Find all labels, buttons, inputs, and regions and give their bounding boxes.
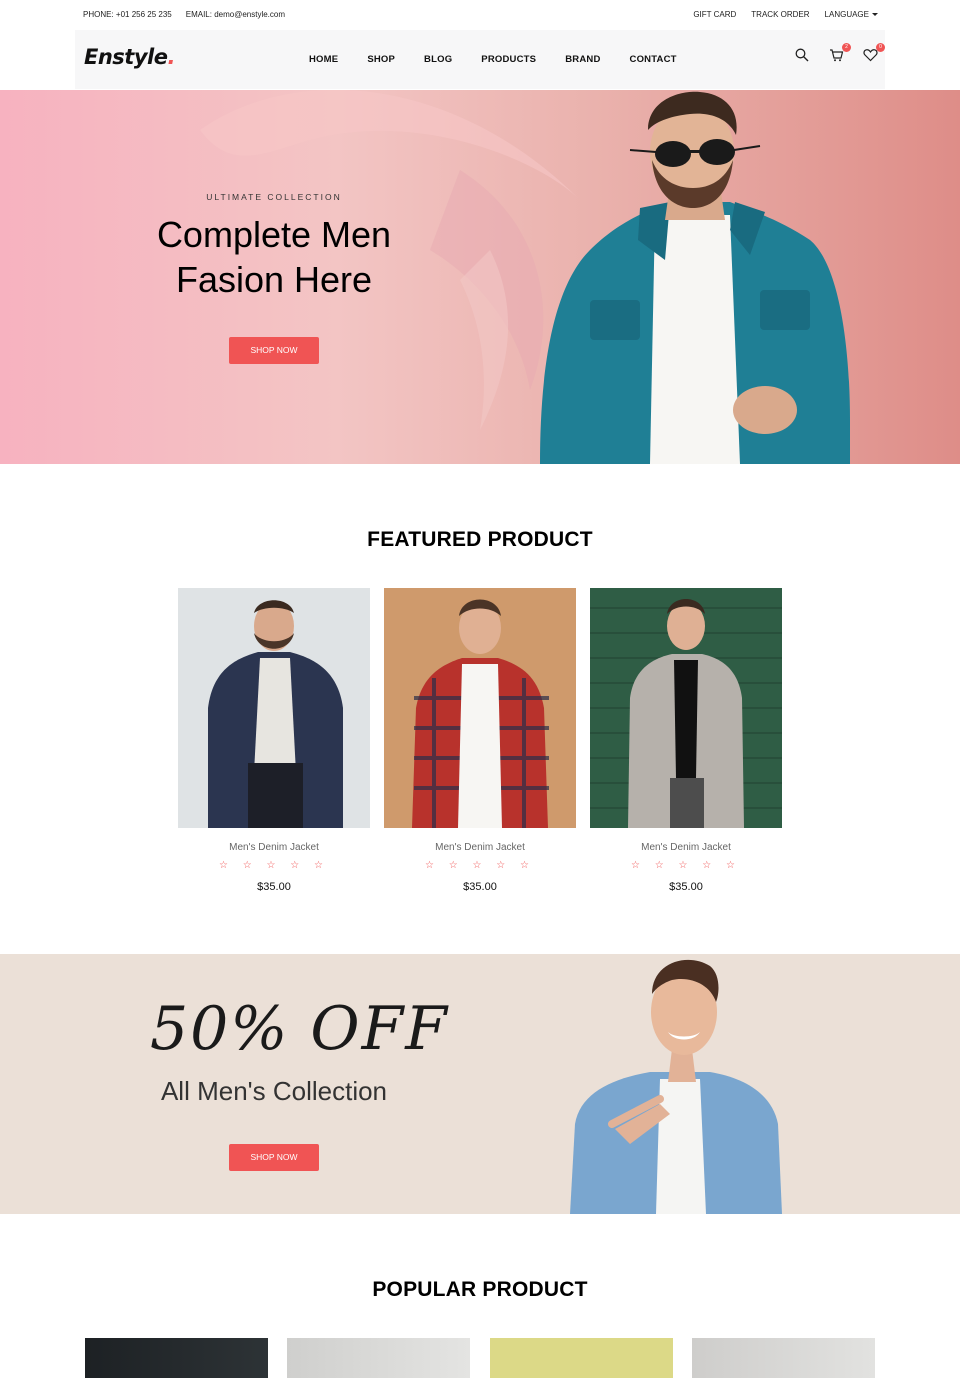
hero-title-line-2: Fasion Here	[175, 259, 373, 300]
gift-card-link[interactable]: GIFT CARD	[693, 10, 736, 19]
track-order-link[interactable]: TRACK ORDER	[751, 10, 809, 19]
popular-product-image[interactable]	[692, 1338, 875, 1378]
logo-dot: .	[167, 45, 175, 69]
menu-item-products[interactable]: PRODUCTS	[481, 54, 536, 65]
promo-subtitle: All Men's Collection	[160, 1076, 388, 1106]
email-text[interactable]: EMAIL: demo@enstyle.com	[186, 10, 285, 19]
logo-text: Enstyle	[84, 45, 168, 69]
product-card[interactable]: Men's Denim Jacket ☆ ☆ ☆ ☆ ☆ $35.00	[178, 588, 370, 893]
product-image[interactable]	[384, 588, 576, 828]
promo-discount: 50% OFF	[150, 994, 449, 1064]
hero-title: Complete Men Fasion Here	[124, 212, 424, 302]
search-icon[interactable]	[795, 48, 811, 64]
product-price: $35.00	[257, 881, 291, 893]
chevron-down-icon	[872, 13, 878, 17]
promo-model-image	[570, 959, 782, 1214]
product-card[interactable]: Men's Denim Jacket ☆ ☆ ☆ ☆ ☆ $35.00	[590, 588, 782, 893]
main-menu: HOME SHOP BLOG PRODUCTS BRAND CONTACT	[309, 54, 706, 65]
product-card[interactable]: Men's Denim Jacket ☆ ☆ ☆ ☆ ☆ $35.00	[384, 588, 576, 893]
menu-item-blog[interactable]: BLOG	[424, 54, 452, 65]
site-logo[interactable]: Enstyle.	[84, 45, 175, 69]
popular-product-image[interactable]	[287, 1338, 470, 1378]
top-bar: PHONE: +01 256 25 235 EMAIL: demo@enstyl…	[0, 0, 960, 30]
product-price: $35.00	[669, 881, 703, 893]
hero-banner: ULTIMATE COLLECTION Complete Men Fasion …	[0, 90, 960, 464]
star-rating: ☆ ☆ ☆ ☆ ☆	[631, 860, 741, 871]
promo-banner: 50% OFF All Men's Collection SHOP NOW	[0, 954, 960, 1214]
popular-product-image[interactable]	[490, 1338, 673, 1378]
cart-count-badge: 2	[842, 43, 851, 52]
product-price: $35.00	[463, 881, 497, 893]
product-name[interactable]: Men's Denim Jacket	[384, 842, 576, 853]
main-navbar: Enstyle. HOME SHOP BLOG PRODUCTS BRAND C…	[75, 30, 885, 89]
popular-section-title: POPULAR PRODUCT	[372, 1278, 588, 1301]
top-links: GIFT CARD TRACK ORDER LANGUAGE	[693, 10, 878, 19]
star-rating: ☆ ☆ ☆ ☆ ☆	[425, 860, 535, 871]
product-image[interactable]	[178, 588, 370, 828]
phone-text: PHONE: +01 256 25 235	[83, 10, 172, 19]
featured-section-title: FEATURED PRODUCT	[367, 528, 593, 551]
nav-icons: 2 0	[795, 43, 885, 64]
star-rating: ☆ ☆ ☆ ☆ ☆	[219, 860, 329, 871]
heart-icon[interactable]: 0	[863, 43, 885, 64]
menu-item-home[interactable]: HOME	[309, 54, 338, 65]
product-image[interactable]	[590, 588, 782, 828]
hero-model-image	[540, 91, 850, 464]
wishlist-count-badge: 0	[876, 43, 885, 52]
product-name[interactable]: Men's Denim Jacket	[590, 842, 782, 853]
language-label: LANGUAGE	[824, 10, 869, 19]
hero-title-line-1: Complete Men	[156, 214, 392, 255]
product-name[interactable]: Men's Denim Jacket	[178, 842, 370, 853]
hero-shop-now-button[interactable]: SHOP NOW	[229, 337, 319, 364]
menu-item-contact[interactable]: CONTACT	[630, 54, 677, 65]
cart-icon[interactable]: 2	[829, 43, 851, 64]
popular-product-image[interactable]	[85, 1338, 268, 1378]
contact-info: PHONE: +01 256 25 235 EMAIL: demo@enstyl…	[83, 10, 285, 19]
hero-subtitle: ULTIMATE COLLECTION	[206, 192, 342, 202]
language-dropdown[interactable]: LANGUAGE	[825, 10, 878, 19]
menu-item-brand[interactable]: BRAND	[565, 54, 600, 65]
menu-item-shop[interactable]: SHOP	[367, 54, 395, 65]
promo-shop-now-button[interactable]: SHOP NOW	[229, 1144, 319, 1171]
